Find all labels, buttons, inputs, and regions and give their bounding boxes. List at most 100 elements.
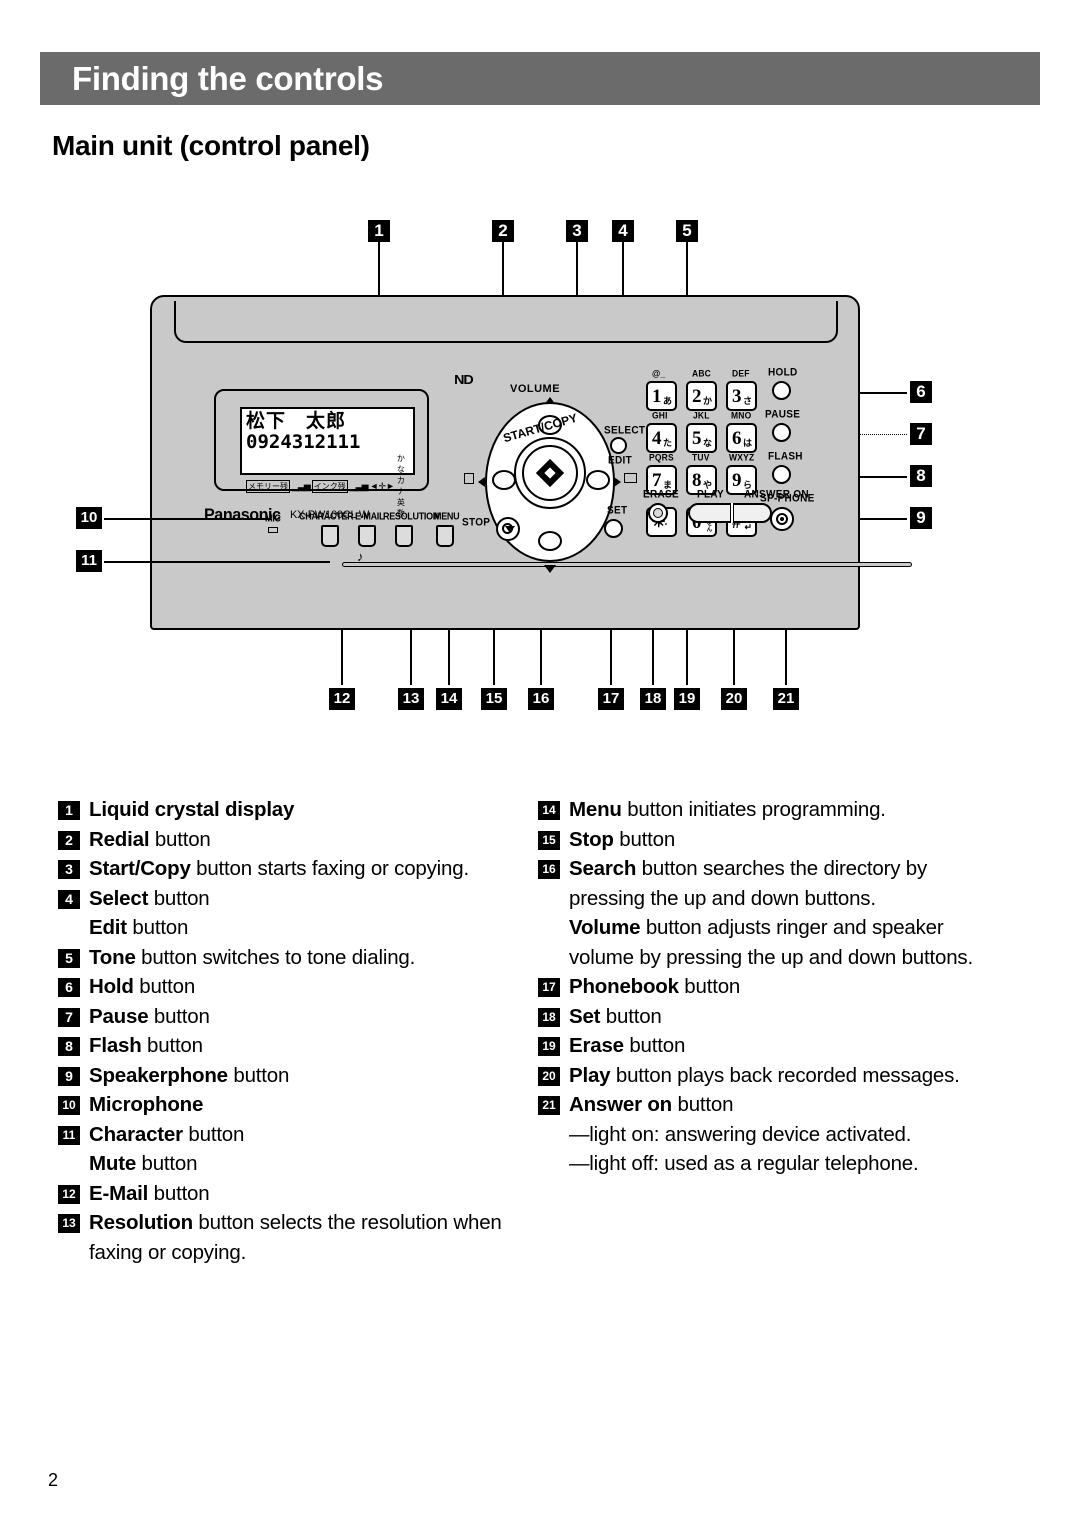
callout-7-leader — [859, 434, 907, 435]
device-top-lip — [174, 301, 838, 343]
callout-12: 12 — [329, 688, 355, 710]
copy-page-icon — [464, 473, 474, 484]
page-title: Finding the controls — [72, 60, 384, 97]
lcd-memory-bars: ▁▃▅ — [292, 480, 311, 491]
erase-button[interactable] — [648, 503, 668, 523]
set-button[interactable] — [604, 519, 623, 538]
legend-entry-description: button — [136, 1152, 198, 1175]
key-3[interactable]: 3 さ — [726, 381, 757, 411]
legend-entry-text: Redial button — [89, 825, 528, 855]
key-5[interactable]: 5 な — [686, 423, 717, 453]
legend-entry: 17 Phonebook button — [538, 972, 1008, 1002]
key-2-abc: ABC — [692, 367, 712, 379]
legend-sub-entry: Volume button adjusts ringer and speaker… — [569, 913, 1008, 972]
legend-entry-description: button starts faxing or copying. — [190, 857, 469, 880]
legend-entry: 7 Pause button — [58, 1002, 528, 1032]
control-panel-figure: 1 2 3 4 5 松下 太郎 0924312111 メモリー残 ▁▃▅ インク… — [0, 200, 1080, 740]
legend-entry-term: Redial — [89, 827, 150, 851]
legend-entry-term: Search — [569, 857, 637, 880]
legend-entry-description: button — [227, 1063, 290, 1087]
speakerphone-button[interactable] — [770, 507, 794, 531]
page-subtitle: Main unit (control panel) — [52, 130, 370, 161]
callout-1: 1 — [368, 220, 390, 242]
hold-button[interactable] — [772, 381, 791, 400]
key-2-digit: 2 — [692, 386, 702, 407]
select-label: SELECT — [604, 424, 646, 437]
legend-entry-term: Phonebook — [569, 975, 679, 998]
stop-button[interactable] — [496, 517, 520, 541]
legend-entry-text: Play button plays back recorded messages… — [569, 1061, 1008, 1091]
legend-sub-entry: Edit button — [89, 913, 528, 943]
legend-entry: 18 Set button — [538, 1002, 1008, 1032]
key-hash-kana: ↵ — [744, 522, 752, 532]
legend-entry-text: Select button — [89, 884, 528, 914]
callout-10: 10 — [76, 507, 102, 529]
callout-13-leader — [410, 630, 412, 685]
key-1[interactable]: 1 あ — [646, 381, 677, 411]
legend-entry-term: Set — [569, 1004, 601, 1028]
legend-entry-description: button — [149, 827, 211, 851]
device-seam — [342, 562, 912, 567]
select-edit-button[interactable] — [610, 437, 627, 454]
menu-button[interactable] — [436, 525, 454, 547]
key-4[interactable]: 4 た — [646, 423, 677, 453]
callout-15: 15 — [481, 688, 507, 710]
pause-button[interactable] — [772, 423, 791, 442]
legend-entry-term: Hold — [89, 975, 134, 998]
legend-sub-entry: Mute button — [89, 1149, 528, 1179]
key-9-abc: WXYZ — [729, 451, 755, 463]
legend-column-right: 14 Menu button initiates programming. 15 St… — [538, 795, 1008, 1179]
character-button[interactable] — [321, 525, 339, 547]
legend-entry-text: Flash button — [89, 1031, 528, 1061]
microphone-hole — [268, 527, 278, 533]
nav-down-button[interactable] — [538, 531, 562, 551]
legend-entry: 5 Tone button switches to tone dialing. — [58, 943, 528, 973]
callout-3: 3 — [566, 220, 588, 242]
legend-entry-text: Pause button — [89, 1002, 528, 1032]
lcd-line-number: 0924312111 — [246, 431, 361, 453]
legend-entry-description: button — [148, 1004, 210, 1028]
legend-sub-entry: —light off: used as a regular telephone. — [569, 1149, 1008, 1179]
edit-label: EDIT — [608, 454, 632, 467]
resolution-button[interactable] — [395, 525, 413, 547]
legend-entry-term: Start/Copy — [89, 857, 191, 880]
key-1-abc: @_ — [652, 367, 666, 379]
resolution-label: RESOLUTION — [383, 510, 440, 522]
phonebook-right-arrow-icon — [614, 477, 621, 487]
legend-entry-number: 4 — [58, 889, 80, 909]
legend-entry-number: 10 — [58, 1096, 80, 1115]
legend-entry-text: Menu button initiates programming. — [569, 795, 1008, 825]
legend-entry-description: button — [678, 975, 741, 998]
flash-button[interactable] — [772, 465, 791, 484]
nav-left-button[interactable] — [492, 470, 516, 490]
liquid-crystal-display: 松下 太郎 0924312111 メモリー残 ▁▃▅ インク残 ▁▃▅ ◄✛► … — [240, 407, 415, 518]
callout-10-leader — [104, 518, 270, 520]
key-4-kana: た — [662, 438, 672, 448]
callout-18: 18 — [640, 688, 666, 710]
copy-left-arrow-icon — [478, 477, 485, 487]
legend-entry-description: button — [148, 1181, 210, 1205]
legend-entry-term: E-Mail — [89, 1181, 149, 1205]
legend-entry-description: button — [623, 1034, 686, 1057]
callout-6: 6 — [910, 381, 932, 403]
legend-entry-text: Phonebook button — [569, 972, 1008, 1002]
legend-entry-number: 2 — [58, 830, 80, 850]
brand-logo: Panasonic — [204, 505, 281, 524]
legend-entry: 6 Hold button — [58, 972, 528, 1002]
email-button[interactable] — [358, 525, 376, 547]
key-1-kana: あ — [662, 396, 672, 406]
legend-entry-description: —light on: answering device activated. — [569, 1122, 912, 1146]
legend-sub-entry: —light on: answering device activated. — [569, 1120, 1008, 1150]
callout-9-leader — [859, 518, 907, 520]
callout-5: 5 — [676, 220, 698, 242]
nav-right-button[interactable] — [586, 470, 610, 490]
key-6-abc: MNO — [731, 409, 752, 421]
lcd-ink-indicator: インク残 — [311, 479, 348, 493]
key-6[interactable]: 6 は — [726, 423, 757, 453]
legend-entry-number: 8 — [58, 1037, 80, 1056]
legend-entry-number: 11 — [58, 1125, 80, 1145]
key-2[interactable]: 2 か — [686, 381, 717, 411]
legend-entry: 15 Stop button — [538, 825, 1008, 855]
callout-17-leader — [610, 630, 612, 685]
legend-entry-number: 13 — [58, 1214, 80, 1233]
